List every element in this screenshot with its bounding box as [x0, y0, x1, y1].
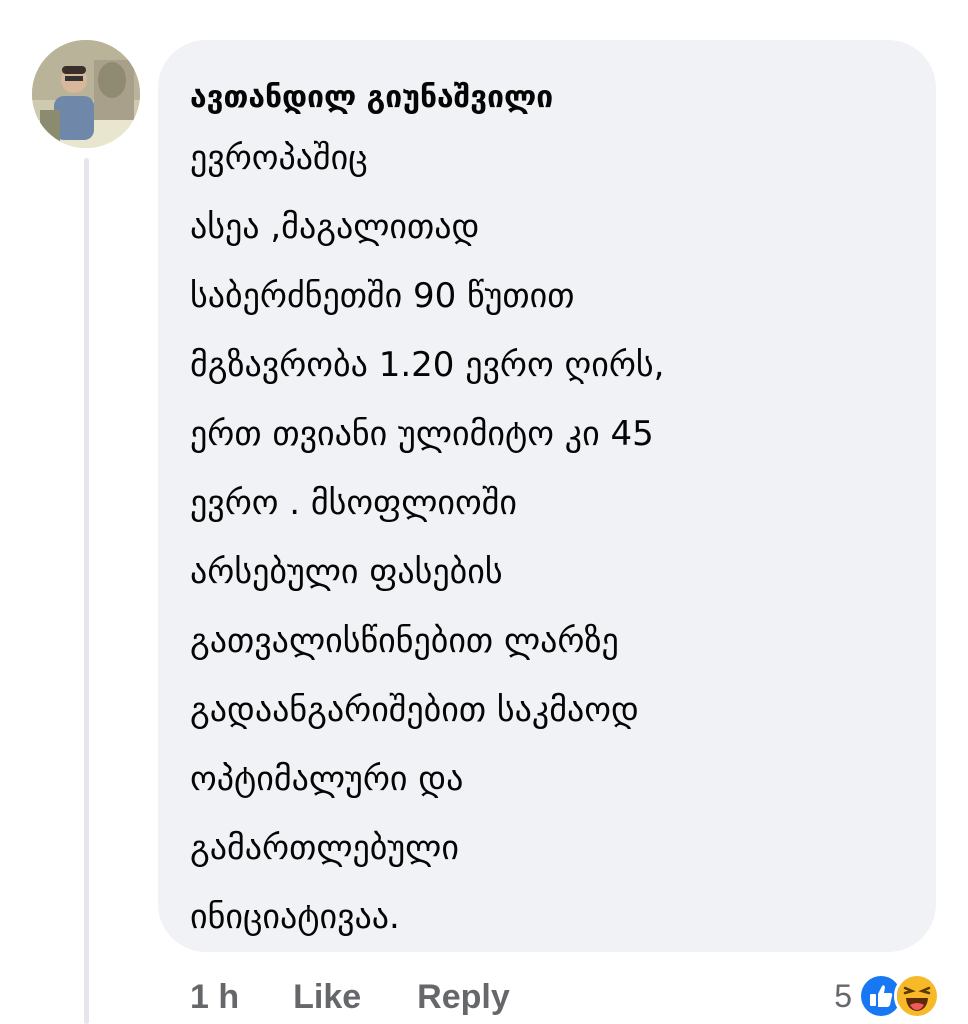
- comment-actions: 1 h Like Reply: [190, 974, 510, 1020]
- comment-text-line: ასეა ,მაგალითად: [190, 207, 480, 247]
- comment-text-line: მგზავრობა 1.20 ევრო ღირს,: [190, 345, 665, 385]
- reaction-count: 5: [834, 977, 852, 1014]
- comment-text-line: გამართლებული: [190, 828, 459, 868]
- reactions-summary[interactable]: 5: [834, 968, 940, 1024]
- comment-thread: ავთანდილ გიუნაშვილი ევროპაშიც ასეა ,მაგა…: [0, 0, 968, 1024]
- comment-text-line: გადაანგარიშებით საკმაოდ: [190, 690, 639, 730]
- haha-reaction-icon: [894, 973, 940, 1019]
- comment-text-line: ევრო . მსოფლიოში: [190, 483, 517, 523]
- comment-body: ევროპაშიც ასეა ,მაგალითად საბერძნეთში 90…: [190, 124, 906, 952]
- avatar[interactable]: [32, 40, 140, 148]
- comment-bubble: ავთანდილ გიუნაშვილი ევროპაშიც ასეა ,მაგა…: [158, 40, 936, 952]
- comment-text-line: ოპტიმალური და: [190, 759, 464, 799]
- comment-text-line: ევროპაშიც: [190, 138, 368, 178]
- user-avatar-photo: [32, 40, 140, 148]
- reply-button[interactable]: Reply: [417, 978, 510, 1017]
- comment-author[interactable]: ავთანდილ გიუნაშვილი: [190, 78, 906, 118]
- thread-line: [84, 158, 89, 1024]
- like-button[interactable]: Like: [293, 978, 361, 1017]
- comment-timestamp[interactable]: 1 h: [190, 978, 239, 1017]
- comment-text-line: არსებული ფასების: [190, 552, 503, 592]
- comment-text-line: საბერძნეთში 90 წუთით: [190, 276, 575, 316]
- comment-text-line: გათვალისწინებით ლარზე: [190, 621, 619, 661]
- comment-text-line: ინიციატივაა.: [190, 897, 400, 937]
- comment-text-line: ერთ თვიანი ულიმიტო კი 45: [190, 414, 654, 454]
